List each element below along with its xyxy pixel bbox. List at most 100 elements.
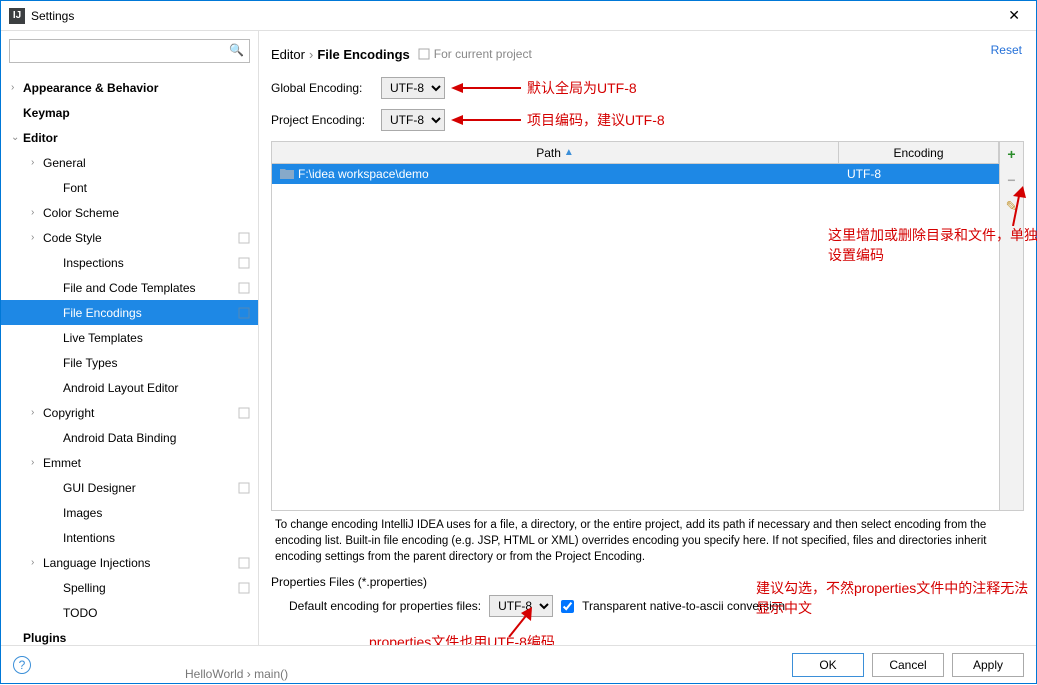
settings-tree: ›Appearance & BehaviorKeymap⌄Editor›Gene… (1, 71, 258, 651)
arrow-icon (451, 82, 521, 94)
button-bar: ? OK Cancel Apply (1, 645, 1036, 683)
sidebar-item-label: Inspections (63, 256, 238, 270)
sidebar-item-label: Intentions (63, 531, 258, 545)
sidebar-item-todo[interactable]: TODO (1, 600, 258, 625)
sidebar-item-label: Keymap (23, 106, 258, 120)
sidebar-item-label: File and Code Templates (63, 281, 238, 295)
sidebar-item-label: Font (63, 181, 258, 195)
sidebar-item-editor[interactable]: ⌄Editor (1, 125, 258, 150)
titlebar: IJ Settings ✕ (1, 1, 1036, 31)
close-icon[interactable]: ✕ (1000, 3, 1028, 28)
annotation-props-side: 建议勾选，不然properties文件中的注释无法显示中文 (756, 579, 1036, 618)
project-scope-icon (238, 307, 250, 319)
sidebar-item-live-templates[interactable]: Live Templates (1, 325, 258, 350)
folder-icon (280, 168, 294, 180)
sidebar-item-label: Copyright (43, 406, 238, 420)
native-to-ascii-checkbox[interactable] (561, 600, 574, 613)
chevron-icon: › (31, 557, 43, 568)
sidebar-item-label: Color Scheme (43, 206, 258, 220)
editor-breadcrumb: HelloWorld › main() (181, 663, 292, 685)
sidebar-item-label: Android Data Binding (63, 431, 258, 445)
content-panel: Editor › File Encodings For current proj… (259, 31, 1036, 651)
apply-button[interactable]: Apply (952, 653, 1024, 677)
app-icon: IJ (9, 8, 25, 24)
global-encoding-select[interactable]: UTF-8 (381, 77, 445, 99)
sidebar-item-language-injections[interactable]: ›Language Injections (1, 550, 258, 575)
chevron-icon: ⌄ (11, 132, 23, 143)
native-to-ascii-label: Transparent native-to-ascii conversion (582, 599, 785, 613)
sidebar-item-code-style[interactable]: ›Code Style (1, 225, 258, 250)
project-scope-icon (238, 407, 250, 419)
project-encoding-label: Project Encoding: (271, 113, 381, 127)
help-text: To change encoding IntelliJ IDEA uses fo… (271, 511, 1024, 571)
sidebar-item-label: Spelling (63, 581, 238, 595)
sidebar-item-label: Live Templates (63, 331, 258, 345)
project-scope-icon (238, 482, 250, 494)
arrow-icon (998, 186, 1028, 226)
sidebar-item-android-layout-editor[interactable]: Android Layout Editor (1, 375, 258, 400)
annotation-project: 项目编码，建议UTF-8 (451, 110, 665, 130)
annotation-side: 这里增加或删除目录和文件，单独设置编码 (828, 226, 1037, 265)
sidebar-item-inspections[interactable]: Inspections (1, 250, 258, 275)
sidebar-item-emmet[interactable]: ›Emmet (1, 450, 258, 475)
sidebar-item-label: Appearance & Behavior (23, 81, 258, 95)
sidebar-item-label: Emmet (43, 456, 258, 470)
sidebar-item-label: File Types (63, 356, 258, 370)
window-title: Settings (31, 9, 1000, 23)
search-input[interactable] (9, 39, 250, 63)
chevron-icon: › (31, 407, 43, 418)
encoding-table: Path▲ Encoding F:\idea workspace\demo UT… (271, 141, 1024, 511)
reset-link[interactable]: Reset (991, 43, 1022, 57)
sidebar-item-label: Android Layout Editor (63, 381, 258, 395)
breadcrumb-parent[interactable]: Editor (271, 47, 305, 62)
sidebar-item-file-types[interactable]: File Types (1, 350, 258, 375)
project-scope-icon (238, 232, 250, 244)
ok-button[interactable]: OK (792, 653, 864, 677)
sidebar-item-spelling[interactable]: Spelling (1, 575, 258, 600)
chevron-icon: › (31, 207, 43, 218)
project-encoding-select[interactable]: UTF-8 (381, 109, 445, 131)
add-button[interactable]: + (1007, 146, 1015, 162)
sidebar-item-label: Code Style (43, 231, 238, 245)
sidebar-item-color-scheme[interactable]: ›Color Scheme (1, 200, 258, 225)
chevron-icon: › (11, 82, 23, 93)
sidebar-item-file-encodings[interactable]: File Encodings (1, 300, 258, 325)
sidebar-item-font[interactable]: Font (1, 175, 258, 200)
table-row[interactable]: F:\idea workspace\demo UTF-8 (272, 164, 999, 184)
breadcrumb-sep: › (305, 47, 317, 62)
sidebar-item-label: GUI Designer (63, 481, 238, 495)
breadcrumb-current: File Encodings (317, 47, 409, 62)
sidebar-item-keymap[interactable]: Keymap (1, 100, 258, 125)
sidebar-item-file-and-code-templates[interactable]: File and Code Templates (1, 275, 258, 300)
arrow-icon (451, 114, 521, 126)
sidebar-item-label: File Encodings (63, 306, 238, 320)
sidebar: 🔍 ›Appearance & BehaviorKeymap⌄Editor›Ge… (1, 31, 259, 651)
sidebar-item-label: Plugins (23, 631, 258, 645)
sidebar-item-android-data-binding[interactable]: Android Data Binding (1, 425, 258, 450)
help-button[interactable]: ? (13, 656, 31, 674)
cancel-button[interactable]: Cancel (872, 653, 944, 677)
project-icon (418, 48, 430, 60)
sidebar-item-label: Language Injections (43, 556, 238, 570)
annotation-global: 默认全局为UTF-8 (451, 78, 637, 98)
chevron-icon: › (31, 232, 43, 243)
sidebar-item-label: Images (63, 506, 258, 520)
sidebar-item-copyright[interactable]: ›Copyright (1, 400, 258, 425)
sidebar-item-gui-designer[interactable]: GUI Designer (1, 475, 258, 500)
sidebar-item-images[interactable]: Images (1, 500, 258, 525)
sidebar-item-intentions[interactable]: Intentions (1, 525, 258, 550)
col-encoding[interactable]: Encoding (839, 142, 999, 163)
col-path[interactable]: Path▲ (272, 142, 839, 163)
sort-icon: ▲ (564, 147, 574, 158)
project-scope-icon (238, 257, 250, 269)
sidebar-item-general[interactable]: ›General (1, 150, 258, 175)
sidebar-item-appearance-behavior[interactable]: ›Appearance & Behavior (1, 75, 258, 100)
breadcrumb: Editor › File Encodings For current proj… (271, 41, 1024, 67)
chevron-icon: › (31, 457, 43, 468)
project-scope-icon (238, 557, 250, 569)
project-scope-icon (238, 282, 250, 294)
project-scope-icon (238, 582, 250, 594)
arrow-icon (499, 607, 539, 637)
sidebar-item-label: General (43, 156, 258, 170)
global-encoding-label: Global Encoding: (271, 81, 381, 95)
